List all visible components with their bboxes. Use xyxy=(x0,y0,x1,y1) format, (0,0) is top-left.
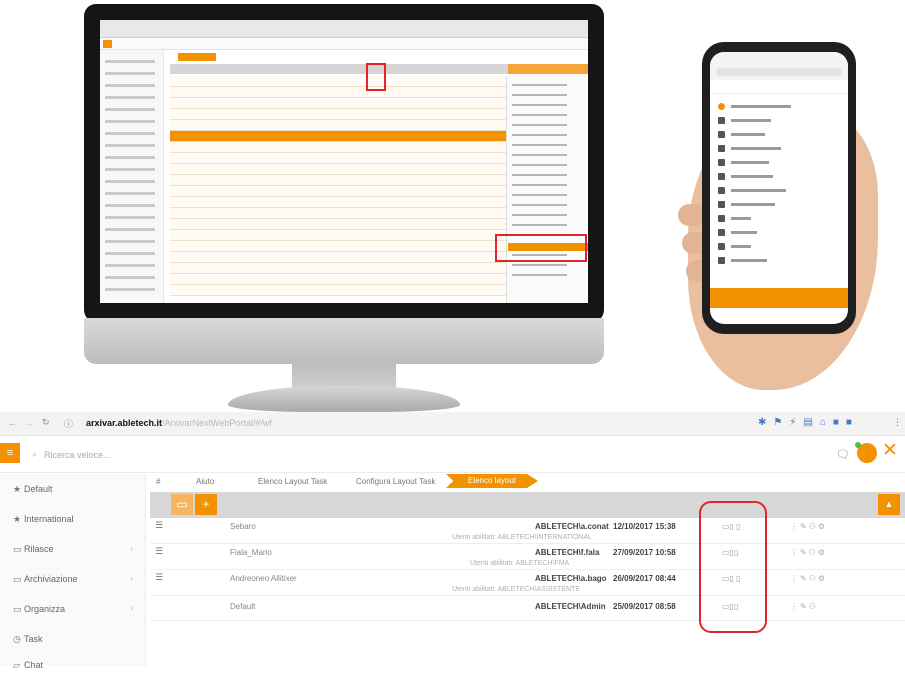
monitor-side-panel xyxy=(506,76,588,303)
hamburger-menu-icon[interactable]: ≡ xyxy=(0,443,20,463)
browser-extensions: ✱⚑⚡▤⌂■■ xyxy=(758,417,859,428)
chevron-right-icon: › xyxy=(130,573,133,583)
add-button[interactable]: + xyxy=(195,494,217,515)
forward-arrow-icon[interactable]: → xyxy=(24,418,33,428)
export-button[interactable]: ▲ xyxy=(878,494,900,515)
layout-date: 27/09/2017 10:58 xyxy=(613,548,676,557)
sidebar-item-label: Archiviazione xyxy=(24,574,78,584)
layout-user: ABLETECH\a.conat xyxy=(535,522,609,531)
row-actions[interactable]: ⋮✎⚇ xyxy=(790,602,818,611)
folder-icon: ▭ xyxy=(13,544,22,554)
url-text[interactable]: arxivar.abletech.it/ArxivarNextWebPortal… xyxy=(86,418,272,428)
folder-icon: ▭ xyxy=(13,604,22,614)
chevron-right-icon: › xyxy=(130,603,133,613)
drag-handle-icon[interactable]: ☰ xyxy=(155,546,163,557)
chat-icon[interactable]: 🗨 xyxy=(836,448,850,461)
enabled-users-note: Utenti abilitati: ABLETECH\INTERNATIONAL xyxy=(452,534,592,541)
chevron-right-icon: › xyxy=(130,543,133,553)
breadcrumb-active[interactable]: Elenco layout xyxy=(446,474,538,488)
monitor-panel-header xyxy=(508,64,588,74)
sidebar-item-label: Task xyxy=(24,634,43,644)
layout-name: Default xyxy=(230,602,256,611)
sidebar-item-label: Default xyxy=(24,484,53,494)
sidebar-item-archiviazione[interactable]: ▭ Archiviazione › xyxy=(0,564,146,594)
star-icon: ★ xyxy=(13,514,22,524)
browser-menu-icon[interactable]: ⋮ xyxy=(893,417,902,428)
url-path: /ArxivarNextWebPortal/#/wf xyxy=(162,418,272,428)
row-divider xyxy=(150,569,905,570)
search-icon: ⌕ xyxy=(32,449,38,459)
task-icon: ◷ xyxy=(13,634,21,644)
toolbar xyxy=(150,492,905,518)
app-header xyxy=(0,437,905,473)
layout-name: Fiala_Mario xyxy=(230,548,272,557)
sidebar: ★ Default ★ International ▭ Rilasce › ▭ … xyxy=(0,474,146,670)
breadcrumb-item[interactable]: Aiuto xyxy=(196,477,214,486)
phone-screen xyxy=(710,52,848,324)
layout-user: ABLETECH\Admin xyxy=(535,602,606,611)
reload-icon[interactable]: ↻ xyxy=(42,417,50,428)
monitor-sidebar xyxy=(100,50,164,303)
monitor-grid xyxy=(170,76,506,303)
breadcrumb-hash: # xyxy=(156,477,161,486)
layout-user: ABLETECH\f.fala xyxy=(535,548,600,557)
layout-date: 12/10/2017 15:38 xyxy=(613,522,676,531)
secure-lock-icon: ⓘ xyxy=(64,419,74,429)
sidebar-item-label: Rilasce xyxy=(24,544,54,554)
row-actions[interactable]: ⋮✎⚇⚙ xyxy=(790,522,827,531)
breadcrumb-item[interactable]: Elenco Layout Task xyxy=(258,477,327,486)
sidebar-item-label: International xyxy=(24,514,74,524)
drag-handle-icon[interactable]: ☰ xyxy=(155,572,163,583)
row-divider xyxy=(150,620,905,621)
star-icon: ★ xyxy=(13,484,22,494)
monitor-menu-icon xyxy=(103,40,112,48)
sidebar-item-label: Chat xyxy=(24,660,44,670)
phone-bottom-nav xyxy=(710,288,848,308)
monitor-chin xyxy=(84,318,604,364)
monitor-app-bar xyxy=(100,38,588,50)
layout-date: 26/09/2017 08:44 xyxy=(613,574,676,583)
folder-icon: ▭ xyxy=(13,574,22,584)
sidebar-item-international[interactable]: ★ International xyxy=(0,504,146,534)
enabled-users-note: Utenti abilitati: ABLETECH\ASSISTENTE xyxy=(452,586,580,593)
folder-button[interactable]: ▭ xyxy=(171,494,193,515)
devices-column-highlight xyxy=(699,501,767,633)
sidebar-item-label: Organizza xyxy=(24,604,66,614)
monitor-panel-highlight xyxy=(495,234,587,262)
row-divider xyxy=(150,543,905,544)
drag-handle-icon[interactable]: ☰ xyxy=(155,520,163,531)
online-status-dot xyxy=(855,442,861,448)
monitor-stand-base xyxy=(228,386,460,412)
quick-search-input[interactable]: Ricerca veloce... xyxy=(44,450,111,460)
layout-name: Andreoneo Allitixer xyxy=(230,574,297,583)
row-actions[interactable]: ⋮✎⚇⚙ xyxy=(790,574,827,583)
monitor-active-tab xyxy=(178,53,216,61)
enabled-users-note: Utenti abilitati: ABLETECH\FMA xyxy=(470,560,570,567)
layout-date: 25/09/2017 08:58 xyxy=(613,602,676,611)
monitor-toolbar-highlight xyxy=(366,63,386,91)
sidebar-item-default[interactable]: ★ Default xyxy=(0,474,146,504)
app-logo-icon: ✕ xyxy=(882,440,898,461)
monitor-browser-chrome xyxy=(100,20,588,38)
row-actions[interactable]: ⋮✎⚇⚙ xyxy=(790,548,827,557)
sidebar-item-chat[interactable]: ▱ Chat xyxy=(0,650,146,680)
back-arrow-icon[interactable]: ← xyxy=(8,418,17,428)
sidebar-item-rilasce[interactable]: ▭ Rilasce › xyxy=(0,534,146,564)
sidebar-item-organizza[interactable]: ▭ Organizza › xyxy=(0,594,146,624)
row-divider xyxy=(150,595,905,596)
layout-name: Sebaro xyxy=(230,522,256,531)
layout-user: ABLETECH\a.bago xyxy=(535,574,607,583)
breadcrumb-item[interactable]: Configura Layout Task xyxy=(356,477,435,486)
url-host: arxivar.abletech.it xyxy=(86,418,163,428)
